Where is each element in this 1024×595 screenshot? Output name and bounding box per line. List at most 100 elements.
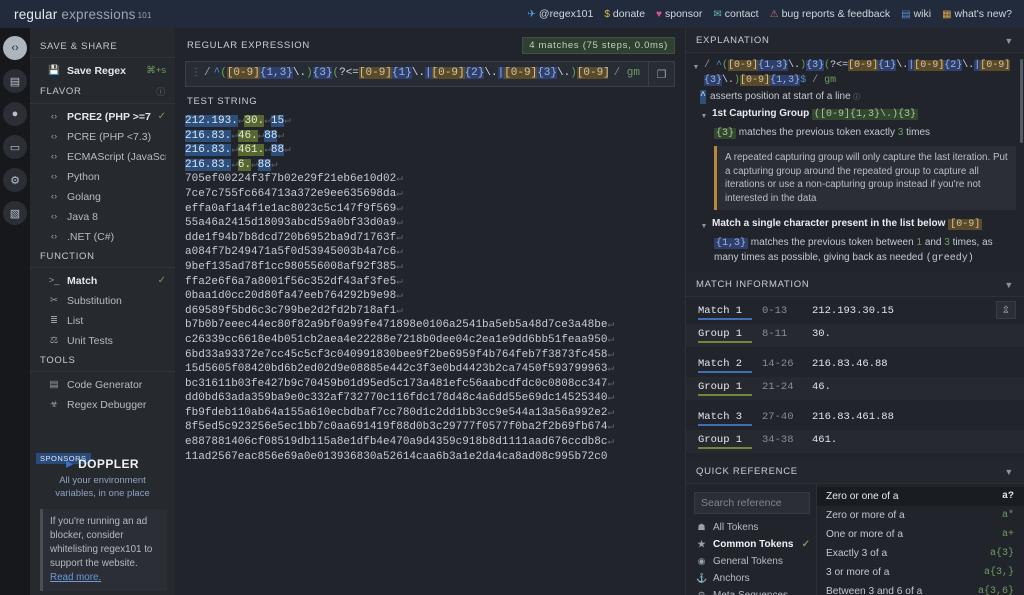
match-row[interactable]: Match 3 27-40 216.83.461.88 (686, 407, 1024, 430)
regex-input[interactable]: ^([0-9]{1,3}\.){3}(?<=[0-9]{1}\.|[0-9]{2… (214, 62, 608, 86)
nav-item-wiki[interactable]: ▤ wiki (901, 8, 931, 20)
export-icon[interactable]: ⇫ (996, 301, 1016, 320)
chevron-down-icon[interactable]: ▼ (1004, 467, 1014, 477)
nav-item-label: donate (612, 8, 646, 20)
collapse-triangle-icon[interactable]: ▼ (700, 217, 708, 234)
code-icon: ‹› (50, 131, 58, 142)
regex-flags[interactable]: / gm (608, 62, 648, 86)
function-item-unit-tests[interactable]: ⚖ Unit Tests (30, 331, 175, 351)
flavor-item-pcre-php-7-3[interactable]: ‹› PCRE (PHP <7.3) (30, 127, 175, 147)
regex-token: {3} (537, 67, 558, 79)
flavor-item-python[interactable]: ‹› Python (30, 167, 175, 187)
qr-category-label: All Tokens (713, 522, 759, 534)
regex-token: \. (722, 75, 735, 86)
nav-item-what-s-new[interactable]: ▦ what's new? (942, 8, 1012, 20)
match-row[interactable]: Match 2 14-26 216.83.46.88 (686, 354, 1024, 377)
tools-list: ▤ Code Generator ☣ Regex Debugger (30, 375, 175, 415)
qr-category-common-tokens[interactable]: ★ Common Tokens ✓ (686, 536, 816, 553)
flavor-title: FLAVOR (40, 86, 82, 97)
function-list: >_ Match ✓ ✂ Substitution ≣ List ⚖ Unit Tests (30, 271, 175, 351)
qr-row[interactable]: Exactly 3 of a a{3} (817, 544, 1024, 563)
newline-marker: ↵ (396, 275, 403, 288)
sidebar-sections: SAVE & SHARE 💾 Save Regex ⌘+s FLAVOR ⓘ ‹… (30, 28, 175, 452)
sponsor-icon[interactable]: ▭ (3, 135, 27, 159)
flavor-item-net-c[interactable]: ‹› .NET (C#) (30, 227, 175, 247)
copy-icon[interactable]: ❐ (648, 62, 674, 86)
entry-range: 27-40 (762, 411, 794, 424)
chevron-down-icon[interactable]: ▼ (1004, 280, 1014, 290)
function-item-list[interactable]: ≣ List (30, 311, 175, 331)
group-row[interactable]: Group 1 21-24 46. (686, 377, 1024, 401)
nav-item-regex101[interactable]: ✈ @regex101 (528, 8, 594, 20)
match-row[interactable]: Match 1 0-13 212.193.30.15 (686, 301, 1024, 324)
qr-category-general-tokens[interactable]: ◉ General Tokens (686, 553, 816, 570)
nav-item-sponsor[interactable]: ♥ sponsor (656, 8, 702, 20)
sidebar-item-save-regex[interactable]: 💾 Save Regex ⌘+s (30, 61, 175, 81)
meta-icon: ⚙ (696, 590, 707, 595)
right-panel: EXPLANATION ▼ ▼ / ^([0-9]{1,3}\.){3}(?<=… (685, 28, 1024, 595)
chevron-down-icon[interactable]: ▼ (1004, 36, 1014, 46)
regex-token: ( (220, 67, 227, 79)
explanation-group-quant-row: {3} matches the previous token exactly 3… (692, 124, 1016, 141)
flavor-item-ecmascript-javascript[interactable]: ‹› ECMAScript (JavaScript) (30, 147, 175, 167)
settings-icon[interactable]: ⚙ (3, 168, 27, 192)
twitter-icon: ✈ (527, 8, 536, 20)
flavor-item-pcre2-php-7-3[interactable]: ‹› PCRE2 (PHP >=7.3) ✓ (30, 107, 175, 127)
qr-category-meta-sequences[interactable]: ⚙ Meta Sequences (686, 587, 816, 595)
chat-icon[interactable]: ▧ (3, 201, 27, 225)
group-row[interactable]: Group 1 34-38 461. (686, 430, 1024, 454)
collapse-triangle-icon[interactable]: ▼ (700, 107, 708, 124)
qr-row[interactable]: 3 or more of a a{3,} (817, 563, 1024, 582)
newline-marker: ↵ (231, 129, 238, 142)
search-input[interactable]: Search reference (694, 492, 810, 515)
text-segment: effa0af1a4f1e1ac8023c5c147f9f569 (185, 202, 397, 215)
tools-item-regex-debugger[interactable]: ☣ Regex Debugger (30, 395, 175, 415)
match-information-header[interactable]: MATCH INFORMATION ▼ (686, 272, 1024, 298)
quick-reference-header[interactable]: QUICK REFERENCE ▼ (686, 459, 1024, 485)
qr-row[interactable]: Between 3 and 6 of a a{3,6} (817, 582, 1024, 595)
item-label: PCRE2 (PHP >=7.3) (67, 111, 151, 123)
text-segment: 11ad2567eac856e69a0e013936830a52614caa6b… (185, 450, 608, 463)
test-string-line: 55a46a2415d18093abcd59a0bf33d0a9↵ (185, 216, 675, 231)
library-icon[interactable]: ▤ (3, 69, 27, 93)
explanation-header[interactable]: EXPLANATION ▼ (686, 28, 1024, 53)
explanation-pattern-row: ▼ / ^([0-9]{1,3}\.){3}(?<=[0-9]{1}\.|[0-… (692, 58, 1016, 88)
regex-input-box[interactable]: ⋮ / ^([0-9]{1,3}\.){3}(?<=[0-9]{1}\.|[0-… (185, 61, 675, 87)
test-string-line: 8f5ed5c923256e5ec1bb7c0aa691419f88d0b3c2… (185, 420, 675, 435)
nav-item-contact[interactable]: ✉ contact (713, 8, 758, 20)
code-icon[interactable]: ‹› (3, 36, 27, 60)
nav-item-donate[interactable]: $ donate (604, 8, 645, 20)
account-icon[interactable]: ● (3, 102, 27, 126)
brand-logo[interactable]: regular expressions 101 (14, 7, 152, 22)
save-regex-label: Save Regex (67, 65, 126, 77)
nav-item-bug-reports-feedback[interactable]: ⚠ bug reports & feedback (770, 8, 891, 20)
qr-row[interactable]: Zero or one of a a? (817, 487, 1024, 507)
qr-category-all-tokens[interactable]: ☗ All Tokens (686, 519, 816, 536)
prompt-icon: >_ (48, 275, 60, 286)
test-string-input[interactable]: 212.193.↵30.↵15↵ 216.83.↵46.↵88↵ 216.83.↵4… (185, 113, 675, 595)
help-circle-icon[interactable]: ⓘ (853, 91, 860, 101)
circle-dot-icon: ◉ (697, 556, 706, 567)
test-string-line: 15d5605f08420bd6b2ed02d9e08885e442c3f3e0… (185, 362, 675, 377)
regex-token: [0-9] (740, 75, 771, 86)
qr-row[interactable]: One or more of a a+ (817, 525, 1024, 544)
qr-category-anchors[interactable]: ⚓ Anchors (686, 570, 816, 587)
group-row[interactable]: Group 1 8-11 30. (686, 324, 1024, 348)
flavor-item-golang[interactable]: ‹› Golang (30, 187, 175, 207)
collapse-triangle-icon[interactable]: ▼ (692, 58, 700, 75)
regex-token: [0-9] (914, 60, 945, 71)
text-segment: bc31611b03fe427b9c70459b01d95ed5c173a481… (185, 377, 608, 390)
tools-item-code-generator[interactable]: ▤ Code Generator (30, 375, 175, 395)
item-label: Python (67, 171, 100, 183)
explanation-scrollbar[interactable] (1020, 59, 1023, 143)
drag-handle-icon[interactable]: ⋮ (186, 62, 204, 86)
entry-range: 14-26 (762, 358, 794, 371)
adblock-read-more-link[interactable]: Read more. (50, 572, 101, 583)
function-item-match[interactable]: >_ Match ✓ (30, 271, 175, 291)
function-item-substitution[interactable]: ✂ Substitution (30, 291, 175, 311)
help-circle-icon[interactable]: ⓘ (156, 85, 166, 98)
qr-category-label: Meta Sequences (713, 590, 788, 595)
group-heading: 1st Capturing Group ([0-9]{1,3}\.){3} (712, 108, 919, 120)
qr-row[interactable]: Zero or more of a a* (817, 506, 1024, 525)
flavor-item-java-8[interactable]: ‹› Java 8 (30, 207, 175, 227)
